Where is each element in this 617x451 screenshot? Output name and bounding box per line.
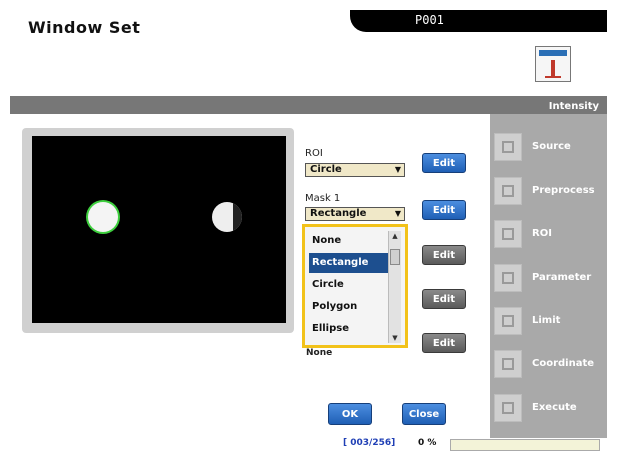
mask2-edit-button[interactable]: Edit (422, 245, 466, 265)
coordinate-icon (494, 350, 522, 378)
roi-select[interactable]: Circle ▼ (305, 163, 405, 177)
program-tab (350, 10, 607, 32)
sidebar-item-coordinate[interactable]: Coordinate (494, 348, 607, 382)
roi-circle-target (88, 202, 118, 232)
sidebar-item-label: Execute (532, 402, 577, 413)
document-icon[interactable] (535, 46, 571, 82)
status-field (450, 439, 600, 451)
status-bar: [ 003/256] 0 % (10, 438, 607, 451)
camera-image[interactable] (32, 136, 286, 323)
execute-icon (494, 394, 522, 422)
sidebar-item-parameter[interactable]: Parameter (494, 262, 607, 296)
sidebar-item-roi[interactable]: ROI (494, 218, 607, 252)
sidebar-item-limit[interactable]: Limit (494, 305, 607, 339)
sidebar-item-source[interactable]: Source (494, 131, 607, 165)
sidebar-item-preprocess[interactable]: Preprocess (494, 175, 607, 209)
mask1-dropdown-list[interactable]: None Rectangle Circle Polygon Ellipse ▲ … (302, 224, 408, 348)
mask3-edit-button[interactable]: Edit (422, 289, 466, 309)
dropdown-scrollbar[interactable]: ▲ ▼ (388, 231, 401, 343)
preprocess-icon (494, 177, 522, 205)
mask4-edit-button[interactable]: Edit (422, 333, 466, 353)
chevron-down-icon: ▼ (394, 209, 401, 218)
sidebar-item-label: Limit (532, 315, 561, 326)
roi-icon (494, 220, 522, 248)
chevron-down-icon: ▼ (394, 165, 401, 174)
mask4-select-value: None (306, 348, 333, 358)
source-icon (494, 133, 522, 161)
roi-select-value: Circle (310, 164, 342, 175)
title-strip (10, 96, 607, 114)
scroll-up-icon[interactable]: ▲ (389, 231, 401, 241)
sidebar-item-label: Source (532, 141, 571, 152)
mask1-select-value: Rectangle (310, 208, 367, 219)
scroll-down-icon[interactable]: ▼ (389, 333, 401, 343)
roi-label: ROI (305, 148, 323, 159)
mask1-edit-button[interactable]: Edit (422, 200, 466, 220)
dropdown-option-circle[interactable]: Circle (309, 275, 392, 295)
close-button[interactable]: Close (402, 403, 446, 425)
image-viewer (22, 128, 294, 333)
image-count: [ 003/256] (343, 438, 396, 448)
progress-percent: 0 % (418, 438, 437, 448)
ok-button[interactable]: OK (328, 403, 372, 425)
dropdown-option-polygon[interactable]: Polygon (309, 297, 392, 317)
roi-edit-button[interactable]: Edit (422, 153, 466, 173)
limit-icon (494, 307, 522, 335)
dropdown-option-rectangle[interactable]: Rectangle (309, 253, 392, 273)
sidebar-item-label: Parameter (532, 272, 592, 283)
mask1-select[interactable]: Rectangle ▼ (305, 207, 405, 221)
dropdown-option-ellipse[interactable]: Ellipse (309, 319, 392, 339)
sidebar-item-label: ROI (532, 228, 552, 239)
breadcrumb: Intensity (548, 101, 599, 112)
parameter-icon (494, 264, 522, 292)
dropdown-option-none[interactable]: None (309, 231, 392, 251)
window-title: Window Set (28, 18, 141, 37)
mask1-label: Mask 1 (305, 193, 341, 204)
sidebar-item-execute[interactable]: Execute (494, 392, 607, 426)
sidebar-item-label: Coordinate (532, 358, 595, 369)
scroll-thumb[interactable] (390, 249, 400, 265)
object-circle (212, 202, 242, 232)
sidebar-item-label: Preprocess (532, 185, 595, 196)
program-number: P001 (415, 13, 444, 27)
